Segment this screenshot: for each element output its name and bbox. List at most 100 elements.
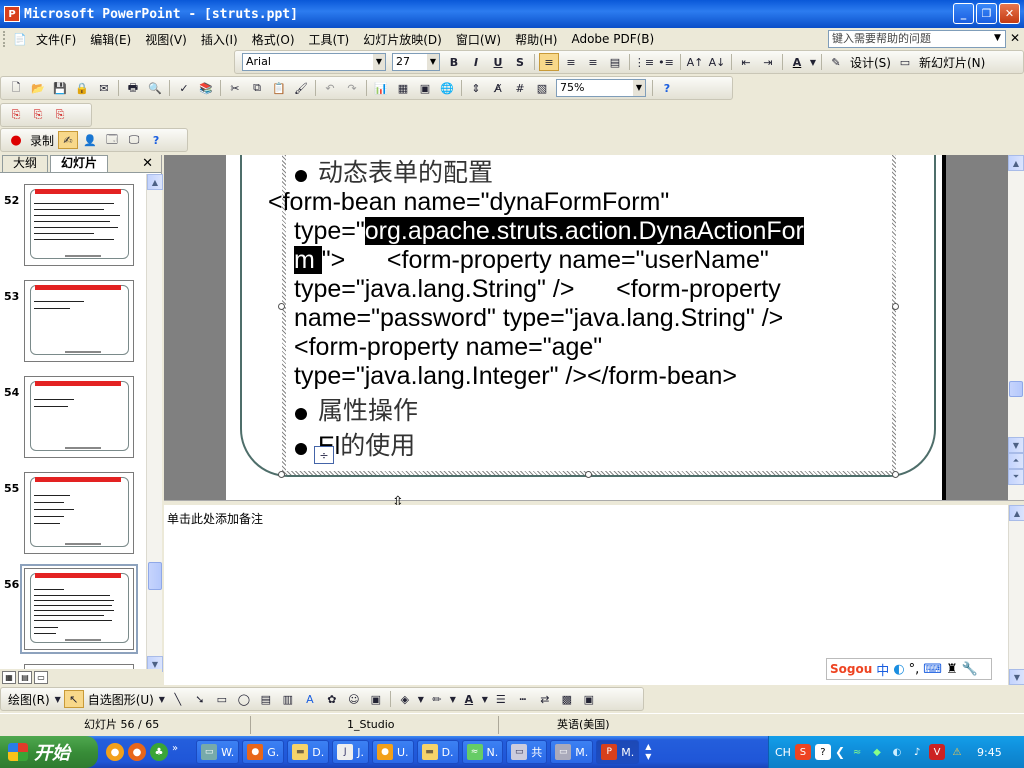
paste-icon[interactable]: 📋	[269, 79, 289, 97]
font-name-combo[interactable]: Arial ▼	[242, 53, 386, 71]
chevron-down-icon[interactable]: ▼	[481, 690, 489, 708]
slide-canvas[interactable]: 动态表单的配置 <form-bean name="dynaFormForm" t…	[226, 155, 946, 500]
skin-icon[interactable]: ♜	[946, 662, 958, 677]
thumbnail-scrollbar[interactable]: ▲ ▼	[146, 174, 163, 672]
color-grayscale-icon[interactable]: ▧	[532, 79, 552, 97]
sogou-icon[interactable]: S	[794, 744, 811, 760]
fill-color-icon[interactable]: ◈	[395, 690, 415, 708]
start-button[interactable]: 开始	[0, 736, 98, 768]
decrease-font-icon[interactable]: A↓	[707, 53, 727, 71]
taskbar-button[interactable]: ● U.	[372, 740, 414, 764]
slideshow-view-icon[interactable]: ▭	[34, 670, 48, 684]
email-icon[interactable]: ✉	[94, 79, 114, 97]
slide-thumbnail[interactable]	[24, 280, 134, 362]
grid-icon[interactable]: #	[510, 79, 530, 97]
tables-borders-icon[interactable]: ▣	[415, 79, 435, 97]
expand-all-icon[interactable]: ⇕	[466, 79, 486, 97]
close-button[interactable]: ✕	[999, 3, 1020, 24]
increase-indent-icon[interactable]: ⇥	[758, 53, 778, 71]
help-icon[interactable]: ?	[657, 79, 677, 97]
chevron-down-icon[interactable]: ▼	[158, 690, 166, 708]
resize-handle[interactable]	[892, 471, 899, 478]
design-button[interactable]: 设计(S)	[847, 54, 894, 71]
scroll-up-icon[interactable]: ▲	[1009, 505, 1024, 521]
3d-style-icon[interactable]: ▣	[579, 690, 599, 708]
document-icon[interactable]: 📄	[12, 30, 28, 48]
research-icon[interactable]: 📚	[196, 79, 216, 97]
chevron-down-icon[interactable]: ▼	[809, 53, 817, 71]
draw-menu[interactable]: 绘图(R)	[5, 691, 53, 708]
ink-icon[interactable]: ✍	[58, 131, 79, 149]
slide-scrollbar[interactable]: ▲ ▼ ⏶ ⏷	[1008, 155, 1024, 500]
cut-icon[interactable]: ✂	[225, 79, 245, 97]
chevron-down-icon[interactable]: ▼	[633, 80, 645, 96]
scroll-up-icon[interactable]: ▲	[147, 174, 163, 190]
table-icon[interactable]: ▦	[393, 79, 413, 97]
messenger-icon[interactable]: ♣	[150, 743, 168, 761]
scroll-up-icon[interactable]: ▲	[1008, 155, 1024, 171]
design-icon[interactable]: ✎	[826, 53, 846, 71]
align-left-icon[interactable]: ≡	[539, 53, 559, 71]
shadow-style-icon[interactable]: ▩	[557, 690, 577, 708]
volume-icon[interactable]: ♪	[909, 744, 925, 760]
close-icon[interactable]: ✕	[142, 156, 153, 171]
line-style-icon[interactable]: ☰	[491, 690, 511, 708]
punctuation-icon[interactable]: °,	[909, 662, 920, 677]
menu-adobe-pdf[interactable]: Adobe PDF(B)	[564, 32, 661, 46]
show-formatting-icon[interactable]: A̸	[488, 79, 508, 97]
minimize-button[interactable]: _	[953, 3, 974, 24]
scroll-thumb[interactable]	[148, 562, 162, 590]
resize-handle[interactable]	[585, 471, 592, 478]
spelling-icon[interactable]: ✓	[174, 79, 194, 97]
slide-thumbnail-selected[interactable]	[20, 564, 138, 654]
taskbar-button[interactable]: ▬ D.	[287, 740, 330, 764]
menu-file[interactable]: 文件(F)	[29, 31, 83, 48]
thumbnail-row[interactable]: 54	[0, 376, 146, 466]
open-icon[interactable]: 📂	[28, 79, 48, 97]
menu-insert[interactable]: 插入(I)	[194, 31, 245, 48]
pdf-email-icon[interactable]: ⎘	[28, 106, 48, 124]
thumbnail-row[interactable]: 56	[0, 564, 146, 658]
distribute-icon[interactable]: ▤	[605, 53, 625, 71]
new-icon[interactable]: 🗋	[6, 79, 26, 97]
rectangle-icon[interactable]: ▭	[212, 690, 232, 708]
thumbnail-row[interactable]: 55	[0, 472, 146, 562]
ime-toolbar[interactable]: S o g o u 中 ◐ °, ⌨ ♜ 🔧	[826, 658, 992, 680]
ime-tray-icon[interactable]: ◐	[889, 744, 905, 760]
ime-mode-label[interactable]: 中	[876, 660, 889, 679]
scroll-down-icon[interactable]: ▼	[1008, 437, 1024, 453]
taskbar-button[interactable]: ▭ M.	[550, 740, 594, 764]
bullets-icon[interactable]: •≡	[656, 53, 676, 71]
arrow-style-icon[interactable]: ⇄	[535, 690, 555, 708]
dash-style-icon[interactable]: ┅	[513, 690, 533, 708]
print-preview-icon[interactable]: 🔍	[145, 79, 165, 97]
powerpoint-app-icon[interactable]: P	[4, 6, 20, 22]
menubar-grip[interactable]	[3, 31, 7, 47]
restore-button[interactable]: ❐	[976, 3, 997, 24]
language-indicator[interactable]: CH	[775, 746, 791, 759]
menu-view[interactable]: 视图(V)	[138, 31, 194, 48]
slide-sorter-icon[interactable]: ▤	[18, 670, 32, 684]
pdf-convert-icon[interactable]: ⎘	[6, 106, 26, 124]
resize-handle[interactable]	[892, 303, 899, 310]
new-slide-button[interactable]: 新幻灯片(N)	[916, 54, 988, 71]
pdf-review-icon[interactable]: ⎘	[50, 106, 70, 124]
menu-tools[interactable]: 工具(T)	[302, 31, 357, 48]
tab-outline[interactable]: 大纲	[2, 155, 49, 172]
vertical-textbox-icon[interactable]: ▥	[278, 690, 298, 708]
increase-font-icon[interactable]: A↑	[685, 53, 705, 71]
keyboard-icon[interactable]: ⌨	[923, 662, 942, 677]
help-search-input[interactable]: 键入需要帮助的问题	[828, 30, 1006, 48]
tab-slides[interactable]: 幻灯片	[50, 155, 109, 172]
autofit-options-icon[interactable]: ÷	[314, 446, 334, 464]
moon-icon[interactable]: ◐	[893, 662, 904, 677]
chevron-down-icon[interactable]: ▼	[417, 690, 425, 708]
redo-icon[interactable]: ↷	[342, 79, 362, 97]
permission-icon[interactable]: 🔒	[72, 79, 92, 97]
new-slide-icon[interactable]: ▭	[895, 53, 915, 71]
slide-thumbnail[interactable]	[24, 472, 134, 554]
italic-icon[interactable]: I	[466, 53, 486, 71]
format-painter-icon[interactable]: 🖌	[291, 79, 311, 97]
scroll-down-icon[interactable]: ▼	[1009, 669, 1024, 685]
slide-thumbnail[interactable]	[24, 184, 134, 266]
